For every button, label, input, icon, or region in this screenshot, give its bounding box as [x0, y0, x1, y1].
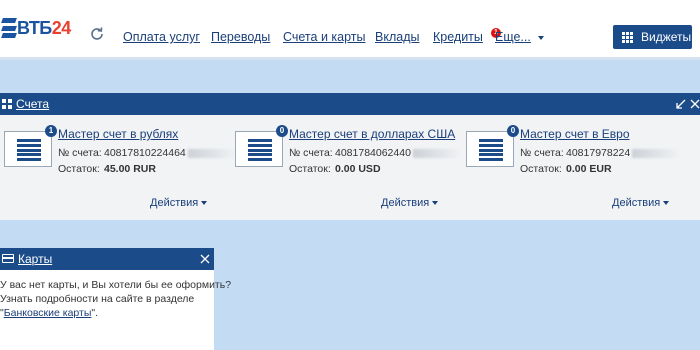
account-card: 1 Мастер счет в рублях № счета: 40817810… [4, 125, 236, 212]
account-actions-dropdown[interactable]: Действия [612, 197, 670, 209]
accounts-panel-header: Счета [0, 93, 700, 115]
nav-deposits[interactable]: Вклады [375, 30, 419, 44]
close-icon[interactable] [198, 252, 212, 266]
widgets-button-label: Виджеты [641, 30, 692, 44]
nav-accounts-cards[interactable]: Счета и карты [283, 30, 365, 44]
widgets-button[interactable]: Виджеты [613, 25, 692, 49]
bank-cards-link[interactable]: Банковские карты [4, 307, 92, 319]
cards-link-line: "Банковские карты". [0, 306, 214, 320]
account-stack-icon[interactable] [235, 131, 283, 167]
logo-text: ВТБ [17, 17, 52, 38]
close-icon[interactable] [688, 97, 700, 111]
account-balance-label: Остаток: [520, 163, 562, 175]
widgets-grid-icon [622, 31, 633, 43]
account-stack-icon[interactable] [466, 131, 514, 167]
cards-panel-title[interactable]: Карты [18, 252, 52, 266]
account-number-value: 4081784062440 [335, 147, 461, 159]
nav-more[interactable]: Еще... [495, 30, 531, 44]
logo-number: 24 [51, 17, 72, 38]
cards-message-line2: Узнать подробности на сайте в разделе [0, 293, 195, 305]
cards-panel-header: Карты [0, 248, 214, 270]
logo-mark-icon [1, 18, 17, 38]
caret-down-icon [201, 201, 208, 206]
account-stack-icon[interactable] [4, 131, 52, 167]
nav-transfers[interactable]: Переводы [211, 30, 270, 44]
account-number-value: 40817810224464 [104, 147, 236, 159]
accounts-panel: Счета 1 Мастер счет в рублях № счета: 40… [0, 93, 700, 220]
account-badge: 1 [45, 125, 57, 137]
refresh-icon[interactable] [89, 26, 105, 42]
account-actions-dropdown[interactable]: Действия [150, 197, 208, 209]
account-number-row: № счета: 4081784062440 [289, 147, 461, 159]
account-balance-value: 45.00 RUR [104, 163, 156, 175]
account-number-value: 40817978224 [566, 147, 681, 159]
chevron-down-icon[interactable] [538, 36, 544, 40]
redaction-blur [412, 148, 461, 158]
account-badge: 0 [276, 125, 288, 137]
account-balance-label: Остаток: [289, 163, 331, 175]
cards-panel: Карты У вас нет карты, и Вы хотели бы ее… [0, 248, 232, 350]
accounts-icon [2, 99, 12, 109]
account-card: 0 Мастер счет в долларах США № счета: 40… [235, 125, 465, 212]
account-name-link[interactable]: Мастер счет в Евро [520, 127, 630, 141]
caret-down-icon [663, 201, 670, 206]
caret-down-icon [432, 201, 439, 206]
account-balance-row: Остаток: 0.00 EUR [520, 163, 612, 175]
account-number-label: № счета: [58, 147, 102, 159]
account-card: 0 Мастер счет в Евро № счета: 4081797822… [466, 125, 696, 212]
account-name-link[interactable]: Мастер счет в долларах США [289, 127, 455, 141]
account-balance-value: 0.00 EUR [566, 163, 612, 175]
accounts-panel-title[interactable]: Счета [16, 97, 49, 111]
account-number-label: № счета: [289, 147, 333, 159]
card-icon [2, 254, 14, 263]
account-actions-dropdown[interactable]: Действия [381, 197, 439, 209]
redaction-blur [187, 148, 236, 158]
collapse-icon[interactable] [674, 97, 688, 111]
account-name-link[interactable]: Мастер счет в рублях [58, 127, 178, 141]
nav-credits[interactable]: Кредиты [433, 30, 483, 44]
cards-panel-body: У вас нет карты, и Вы хотели бы ее оформ… [0, 270, 232, 350]
account-balance-row: Остаток: 0.00 USD [289, 163, 381, 175]
nav-payments[interactable]: Оплата услуг [123, 30, 200, 44]
link-close-quote: ". [91, 307, 99, 319]
redaction-blur [632, 148, 681, 158]
account-balance-value: 0.00 USD [335, 163, 381, 175]
account-badge: 0 [507, 125, 519, 137]
account-balance-row: Остаток: 45.00 RUR [58, 163, 156, 175]
account-number-row: № счета: 40817978224 [520, 147, 681, 159]
vtb24-logo[interactable]: ВТБ 24 [1, 17, 72, 39]
account-balance-label: Остаток: [58, 163, 100, 175]
top-bar: ВТБ 24 Оплата услуг Переводы Счета и карт… [0, 0, 700, 60]
account-number-row: № счета: 40817810224464 [58, 147, 236, 159]
account-number-label: № счета: [520, 147, 564, 159]
cards-message-line1: У вас нет карты, и Вы хотели бы ее оформ… [0, 279, 232, 291]
accounts-panel-body: 1 Мастер счет в рублях № счета: 40817810… [0, 115, 700, 220]
